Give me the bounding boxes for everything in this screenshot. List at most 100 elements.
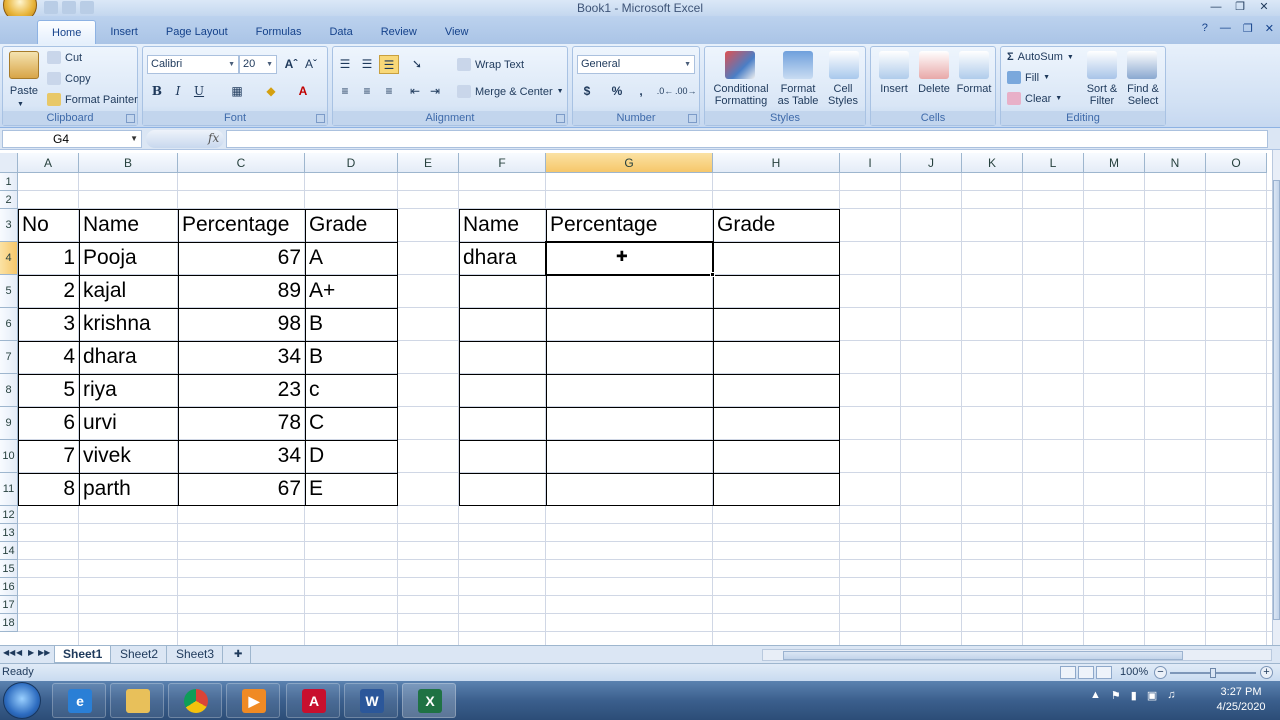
- row-header-8[interactable]: 8: [0, 374, 18, 407]
- table1-cell[interactable]: urvi: [79, 407, 178, 440]
- row-header-4[interactable]: 4: [0, 242, 18, 275]
- table1-cell[interactable]: 6: [18, 407, 79, 440]
- column-header-k[interactable]: K: [962, 153, 1023, 173]
- row-header-6[interactable]: 6: [0, 308, 18, 341]
- taskbar-media-player[interactable]: ▶: [226, 683, 280, 718]
- borders-icon[interactable]: ▦: [227, 82, 247, 101]
- table2-cell[interactable]: [713, 341, 840, 374]
- table1-cell[interactable]: 34: [178, 440, 305, 473]
- table1-cell[interactable]: 1: [18, 242, 79, 275]
- increase-decimal-icon[interactable]: .0←: [655, 82, 675, 101]
- table2-cell[interactable]: [546, 440, 713, 473]
- zoom-level[interactable]: 100%: [1120, 666, 1148, 678]
- delete-cells-button[interactable]: Delete: [913, 83, 955, 95]
- table2-cell[interactable]: [713, 440, 840, 473]
- table2-cell[interactable]: [459, 341, 546, 374]
- orientation-icon[interactable]: ➘: [407, 55, 427, 74]
- align-top-icon[interactable]: ☰: [335, 55, 355, 74]
- cut-button[interactable]: Cut: [47, 51, 82, 64]
- insert-cells-button[interactable]: Insert: [873, 83, 915, 95]
- battery-icon[interactable]: ▮: [1131, 689, 1137, 702]
- table1-header-cell[interactable]: Grade: [305, 209, 398, 242]
- row-header-16[interactable]: 16: [0, 578, 18, 596]
- comma-button[interactable]: ,: [631, 82, 651, 101]
- taskbar-excel[interactable]: X: [402, 683, 456, 718]
- wrap-text-button[interactable]: Wrap Text: [457, 58, 524, 71]
- restore-button[interactable]: ❐: [1228, 0, 1252, 15]
- column-header-n[interactable]: N: [1145, 153, 1206, 173]
- table1-cell[interactable]: 3: [18, 308, 79, 341]
- flag-icon[interactable]: ⚑: [1111, 689, 1121, 702]
- table1-cell[interactable]: 8: [18, 473, 79, 506]
- table1-cell[interactable]: A: [305, 242, 398, 275]
- paste-dropdown-icon[interactable]: ▼: [17, 99, 24, 111]
- conditional-formatting-button[interactable]: Conditional Formatting: [707, 83, 775, 107]
- worksheet-grid[interactable]: ABCDEFGHIJKLMNO 1 2 3 4 5 6 7 8 9 10 11 12 13 14 15 16 1…: [0, 153, 1272, 645]
- table1-cell[interactable]: A+: [305, 275, 398, 308]
- bold-button[interactable]: B: [147, 82, 167, 101]
- table1-cell[interactable]: 78: [178, 407, 305, 440]
- tab-home[interactable]: Home: [37, 20, 97, 44]
- column-header-c[interactable]: C: [178, 153, 305, 173]
- close-workbook-icon[interactable]: ✕: [1265, 22, 1274, 35]
- windows-start-icon[interactable]: [3, 682, 41, 719]
- active-cell-g4[interactable]: [545, 241, 714, 276]
- merge-center-button[interactable]: Merge & Center ▼: [457, 85, 564, 98]
- zoom-slider-knob[interactable]: [1210, 668, 1216, 678]
- tab-formulas[interactable]: Formulas: [242, 20, 316, 44]
- number-launcher-icon[interactable]: [688, 114, 697, 123]
- number-format-select[interactable]: General ▼: [577, 55, 695, 74]
- column-header-i[interactable]: I: [840, 153, 901, 173]
- format-cells-icon[interactable]: [959, 51, 989, 79]
- table1-cell[interactable]: krishna: [79, 308, 178, 341]
- first-sheet-icon[interactable]: ◀◀: [3, 648, 15, 657]
- cell-styles-button[interactable]: Cell Styles: [823, 83, 863, 107]
- format-cells-button[interactable]: Format: [953, 83, 995, 95]
- percent-button[interactable]: %: [607, 82, 627, 101]
- column-header-h[interactable]: H: [713, 153, 840, 173]
- format-as-table-icon[interactable]: [783, 51, 813, 79]
- horizontal-scrollbar[interactable]: [762, 649, 1272, 661]
- font-size-select[interactable]: 20 ▼: [239, 55, 277, 74]
- taskbar-file-explorer[interactable]: [110, 683, 164, 718]
- table2-cell[interactable]: [546, 341, 713, 374]
- table1-cell[interactable]: 67: [178, 242, 305, 275]
- taskbar-word[interactable]: W: [344, 683, 398, 718]
- table2-cell[interactable]: [713, 275, 840, 308]
- tab-insert[interactable]: Insert: [96, 20, 152, 44]
- grow-font-icon[interactable]: Aˆ: [281, 55, 301, 74]
- table2-header-cell[interactable]: Grade: [713, 209, 840, 242]
- vertical-scroll-thumb[interactable]: [1273, 180, 1280, 620]
- table2-cell[interactable]: [459, 308, 546, 341]
- next-sheet-icon[interactable]: ▶: [28, 648, 34, 657]
- find-select-button[interactable]: Find & Select: [1121, 83, 1165, 107]
- italic-button[interactable]: I: [168, 82, 188, 101]
- fill-color-icon[interactable]: ◆: [261, 82, 281, 101]
- sheet-tab-sheet1[interactable]: Sheet1: [54, 646, 112, 663]
- zoom-in-icon[interactable]: +: [1260, 666, 1273, 679]
- sort-filter-icon[interactable]: [1087, 51, 1117, 79]
- name-box[interactable]: G4 ▼: [2, 130, 142, 148]
- table1-cell[interactable]: kajal: [79, 275, 178, 308]
- insert-sheet-icon[interactable]: ✚: [226, 646, 252, 663]
- column-header-e[interactable]: E: [398, 153, 459, 173]
- format-as-table-button[interactable]: Format as Table: [773, 83, 823, 107]
- table1-cell[interactable]: 2: [18, 275, 79, 308]
- table1-cell[interactable]: D: [305, 440, 398, 473]
- table2-cell[interactable]: [546, 374, 713, 407]
- close-button[interactable]: ✕: [1252, 0, 1276, 15]
- taskbar-clock[interactable]: 3:27 PM 4/25/2020: [1206, 685, 1276, 715]
- tab-page-layout[interactable]: Page Layout: [152, 20, 242, 44]
- row-header-12[interactable]: 12: [0, 506, 18, 524]
- format-painter-button[interactable]: Format Painter: [47, 93, 138, 106]
- taskbar-chrome[interactable]: [168, 683, 222, 718]
- column-header-f[interactable]: F: [459, 153, 546, 173]
- horizontal-scroll-thumb[interactable]: [783, 651, 1183, 660]
- table2-cell[interactable]: dhara: [459, 242, 546, 275]
- font-color-icon[interactable]: A: [293, 82, 313, 101]
- table1-cell[interactable]: E: [305, 473, 398, 506]
- conditional-formatting-icon[interactable]: [725, 51, 755, 79]
- table1-cell[interactable]: C: [305, 407, 398, 440]
- table1-cell[interactable]: 67: [178, 473, 305, 506]
- row-header-18[interactable]: 18: [0, 614, 18, 632]
